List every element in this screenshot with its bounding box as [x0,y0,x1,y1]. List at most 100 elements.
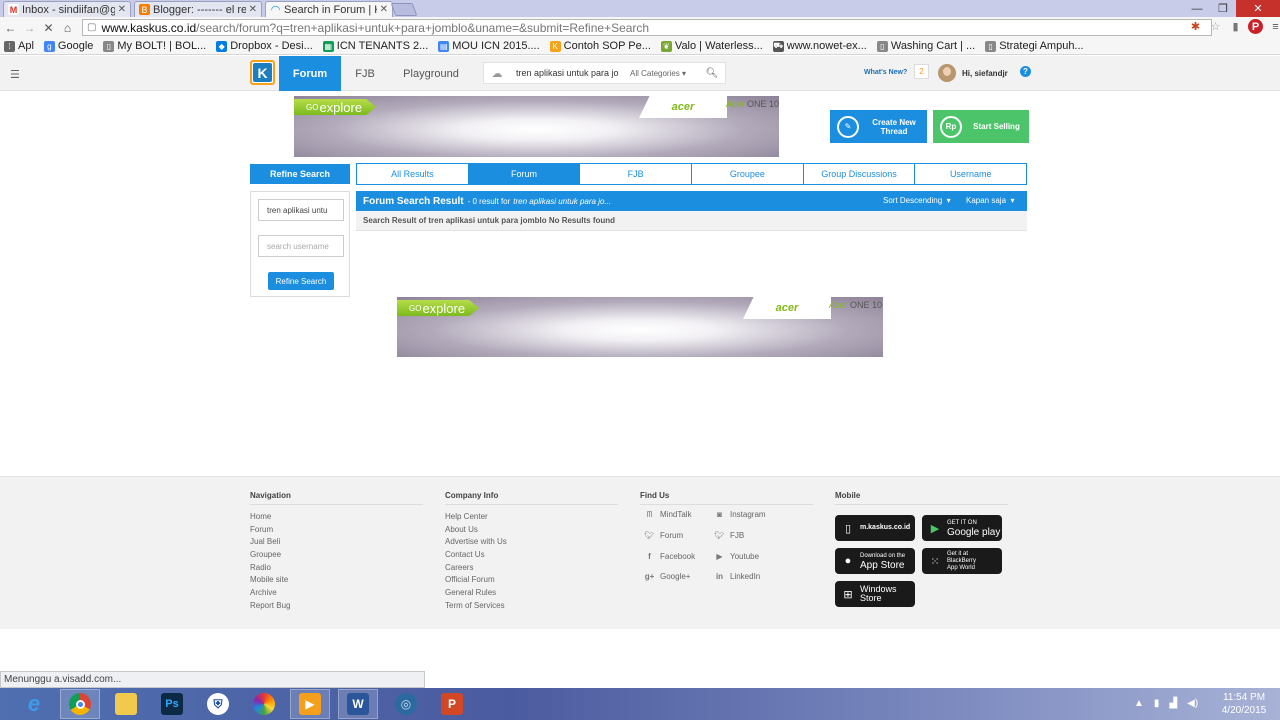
home-icon[interactable]: ⌂ [59,19,76,36]
social-youtube[interactable]: ▶ Youtube [714,551,759,562]
taskbar-clock[interactable]: 11:54 PM 4/20/2015 [1212,691,1276,717]
footer-link[interactable]: General Rules [445,587,618,600]
taskbar-picasa[interactable] [244,689,284,719]
taskbar-word[interactable]: W [338,689,378,719]
maximize-icon[interactable]: ❐ [1210,0,1236,17]
social-forum[interactable]: 🐦︎ Forum [644,530,683,541]
taskbar-powerpoint[interactable]: P [432,689,472,719]
power-icon[interactable]: ▮ [1154,698,1160,709]
help-icon[interactable]: ? [1020,66,1031,77]
footer-link[interactable]: Archive [250,587,423,600]
blackberry-badge[interactable]: ⁙ Get it at BlackBerry App World [922,548,1002,574]
bookmark-item[interactable]: K Contoh SOP Pe... [549,40,651,52]
google-play-badge[interactable]: ▶ GET IT ON Google play [922,515,1002,541]
tab-username[interactable]: Username [915,164,1027,184]
tab-forum[interactable]: Forum [468,164,581,184]
bookmark-item[interactable]: ◆ Dropbox - Desi... [216,40,313,52]
browser-tab-kaskus[interactable]: ◠ Search in Forum | Ka ✕ [265,1,393,17]
ad-banner-middle[interactable]: GO explore acer Acer ONE 10 [397,297,883,357]
nav-fjb[interactable]: FJB [341,56,389,91]
category-select[interactable]: All Categories ▾ [630,69,700,78]
forward-icon[interactable]: → [21,19,38,36]
taskbar-shield[interactable]: ⛨ [198,689,238,719]
browser-tab-gmail[interactable]: M Inbox - sindiifan@gm ✕ [3,1,131,17]
bookmark-item[interactable]: g Google [43,40,93,52]
close-tab-icon[interactable]: ✕ [249,4,257,15]
bookmark-item[interactable]: ▯ Strategi Ampuh... [985,40,1084,52]
social-instagram[interactable]: ◙ Instagram [714,509,766,520]
new-tab-button[interactable] [390,3,418,16]
refine-query-input[interactable]: tren aplikasi untu [258,199,344,221]
tab-fjb[interactable]: FJB [580,164,693,184]
footer-link[interactable]: Careers [445,562,618,575]
taskbar-globe-app[interactable]: ◎ [386,689,426,719]
bookmark-star-icon[interactable]: ☆ [1208,19,1223,34]
tab-groupee[interactable]: Groupee [692,164,804,184]
social-linkedin[interactable]: in LinkedIn [714,571,760,582]
bookmark-item[interactable]: ⛟ www.nowet-ex... [772,40,867,52]
tab-group-discussions[interactable]: Group Discussions [803,164,916,184]
close-window-icon[interactable]: ✕ [1236,0,1280,17]
social-mindtalk[interactable]: ᗰ MindTalk [644,509,692,520]
minimize-icon[interactable]: — [1184,0,1210,17]
footer-link[interactable]: Report Bug [250,600,423,613]
avatar[interactable] [938,64,956,82]
bookmark-item[interactable]: ▯ My BOLT! | BOL... [103,40,206,52]
social-facebook[interactable]: f Facebook [644,551,695,562]
mkaskus-badge[interactable]: ▯ m.kaskus.co.id [835,515,915,541]
adblock-icon[interactable]: ✱ [1188,19,1203,34]
footer-link[interactable]: Home [250,511,423,524]
footer-link[interactable]: Jual Beli [250,536,423,549]
header-search-input[interactable]: tren aplikasi untuk para jo [510,68,630,78]
social-googleplus[interactable]: g+ Google+ [644,571,691,582]
username-input[interactable]: search username [258,235,344,257]
close-tab-icon[interactable]: ✕ [380,4,388,15]
notification-count[interactable]: 2 [914,64,929,79]
footer-link[interactable]: Contact Us [445,549,618,562]
stop-icon[interactable]: ✕ [40,19,57,36]
social-fjb[interactable]: 🐦︎ FJB [714,530,744,541]
footer-link[interactable]: Groupee [250,549,423,562]
create-thread-button[interactable]: ✎ Create New Thread [830,110,927,143]
taskbar-chrome[interactable] [60,689,100,719]
nav-playground[interactable]: Playground [389,56,473,91]
footer-link[interactable]: Radio [250,562,423,575]
bookmark-item[interactable]: ❦ Valo | Waterless... [660,40,763,52]
taskbar-ie[interactable]: e [14,689,54,719]
tab-all-results[interactable]: All Results [357,164,469,184]
start-selling-button[interactable]: Rp Start Selling [933,110,1029,143]
taskbar-media-player[interactable]: ▶ [290,689,330,719]
kaskus-logo[interactable]: K [250,60,275,85]
footer-link[interactable]: About Us [445,524,618,537]
taskbar-explorer[interactable] [106,689,146,719]
address-bar[interactable]: ▢ www.kaskus.co.id/search/forum?q=tren+a… [82,19,1212,36]
search-icon[interactable]: 🔍︎ [700,68,724,79]
taskbar-photoshop[interactable]: Ps [152,689,192,719]
bookmark-item[interactable]: ⁞ Apl [4,40,34,52]
windows-store-badge[interactable]: ⊞ Windows Store [835,581,915,607]
nav-forum[interactable]: Forum [279,56,341,91]
footer-link[interactable]: Mobile site [250,574,423,587]
footer-link[interactable]: Help Center [445,511,618,524]
user-greeting[interactable]: Hi, siefandjr [962,69,1008,78]
network-icon[interactable]: ▟ [1169,698,1177,709]
whats-new-link[interactable]: What's New? [864,69,907,76]
footer-link[interactable]: Term of Services [445,600,618,613]
bookmark-item[interactable]: ▦ ICN TENANTS 2... [322,40,428,52]
bookmark-item[interactable]: ▤ MOU ICN 2015.... [438,40,540,52]
extension-icon[interactable]: ▮ [1228,19,1243,34]
refine-search-button[interactable]: Refine Search [268,272,334,290]
sort-dropdown[interactable]: Sort Descending ▾ [883,196,951,205]
tray-expand-icon[interactable]: ▲ [1134,698,1144,709]
volume-icon[interactable]: ◀) [1187,698,1198,709]
ad-banner-top[interactable]: GO explore acer Acer ONE 10 [294,96,779,157]
pinterest-icon[interactable]: P [1248,19,1263,34]
back-icon[interactable]: ← [2,19,19,36]
footer-link[interactable]: Forum [250,524,423,537]
footer-link[interactable]: Official Forum [445,574,618,587]
bookmark-item[interactable]: ▯ Washing Cart | ... [876,40,975,52]
app-store-badge[interactable]: ● Download on the App Store [835,548,915,574]
footer-link[interactable]: Advertise with Us [445,536,618,549]
browser-tab-blogger[interactable]: B Blogger: ------- el re ✕ [134,1,262,17]
menu-icon[interactable]: ≡ [1268,19,1280,34]
